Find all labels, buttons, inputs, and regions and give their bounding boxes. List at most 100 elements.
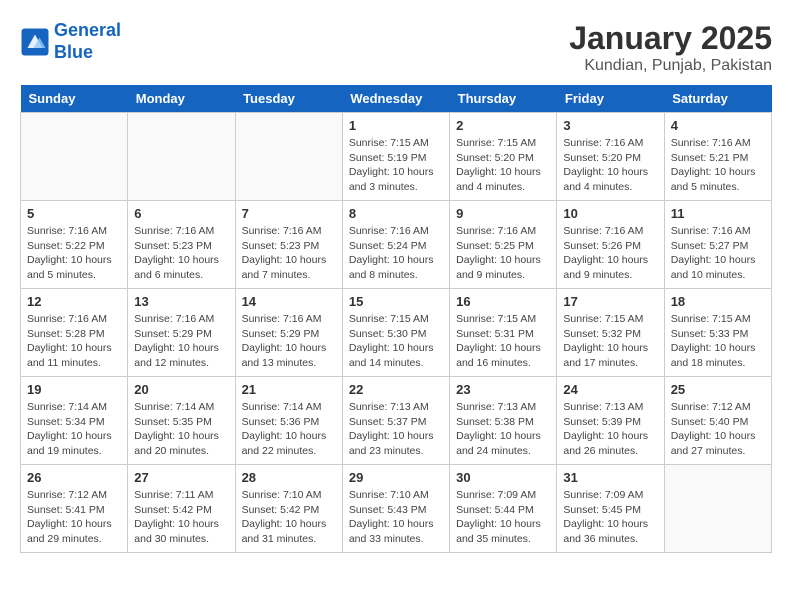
day-number: 15 [349,294,443,309]
calendar-day-20: 20 Sunrise: 7:14 AM Sunset: 5:35 PM Dayli… [128,377,235,465]
day-number: 20 [134,382,228,397]
day-info: Sunrise: 7:15 AM Sunset: 5:20 PM Dayligh… [456,136,550,195]
day-info: Sunrise: 7:15 AM Sunset: 5:32 PM Dayligh… [563,312,657,371]
calendar-day-24: 24 Sunrise: 7:13 AM Sunset: 5:39 PM Dayli… [557,377,664,465]
day-number: 11 [671,206,765,221]
calendar-week-row: 5 Sunrise: 7:16 AM Sunset: 5:22 PM Daylig… [21,201,772,289]
calendar-day-25: 25Sunrise: 7:12 AM Sunset: 5:40 PM Dayli… [664,377,771,465]
day-number: 2 [456,118,550,133]
day-info: Sunrise: 7:15 AM Sunset: 5:31 PM Dayligh… [456,312,550,371]
day-info: Sunrise: 7:10 AM Sunset: 5:43 PM Dayligh… [349,488,443,547]
day-number: 18 [671,294,765,309]
calendar-day-29: 29Sunrise: 7:10 AM Sunset: 5:43 PM Dayli… [342,465,449,553]
weekday-header-row: SundayMondayTuesdayWednesdayThursdayFrid… [21,85,772,113]
day-number: 1 [349,118,443,133]
day-number: 22 [349,382,443,397]
logo: General Blue [20,20,121,63]
logo-icon [20,27,50,57]
weekday-header-thursday: Thursday [450,85,557,113]
day-number: 8 [349,206,443,221]
day-info: Sunrise: 7:13 AM Sunset: 5:39 PM Dayligh… [563,400,657,459]
calendar-day-7: 7 Sunrise: 7:16 AM Sunset: 5:23 PM Daylig… [235,201,342,289]
day-info: Sunrise: 7:16 AM Sunset: 5:27 PM Dayligh… [671,224,765,283]
calendar-day-14: 14Sunrise: 7:16 AM Sunset: 5:29 PM Dayli… [235,289,342,377]
calendar-day-19: 19Sunrise: 7:14 AM Sunset: 5:34 PM Dayli… [21,377,128,465]
day-number: 23 [456,382,550,397]
calendar-table: SundayMondayTuesdayWednesdayThursdayFrid… [20,85,772,553]
day-number: 7 [242,206,336,221]
calendar-day-15: 15 Sunrise: 7:15 AM Sunset: 5:30 PM Dayli… [342,289,449,377]
calendar-day-31: 31 Sunrise: 7:09 AM Sunset: 5:45 PM Dayli… [557,465,664,553]
calendar-day-18: 18Sunrise: 7:15 AM Sunset: 5:33 PM Dayli… [664,289,771,377]
weekday-header-wednesday: Wednesday [342,85,449,113]
weekday-header-saturday: Saturday [664,85,771,113]
calendar-day-27: 27 Sunrise: 7:11 AM Sunset: 5:42 PM Dayli… [128,465,235,553]
calendar-day-22: 22Sunrise: 7:13 AM Sunset: 5:37 PM Dayli… [342,377,449,465]
day-info: Sunrise: 7:11 AM Sunset: 5:42 PM Dayligh… [134,488,228,547]
calendar-day-3: 3 Sunrise: 7:16 AM Sunset: 5:20 PM Daylig… [557,113,664,201]
day-info: Sunrise: 7:12 AM Sunset: 5:41 PM Dayligh… [27,488,121,547]
weekday-header-sunday: Sunday [21,85,128,113]
calendar-day-8: 8 Sunrise: 7:16 AM Sunset: 5:24 PM Daylig… [342,201,449,289]
calendar-day-empty [235,113,342,201]
day-info: Sunrise: 7:16 AM Sunset: 5:29 PM Dayligh… [242,312,336,371]
calendar-day-empty [21,113,128,201]
day-info: Sunrise: 7:15 AM Sunset: 5:30 PM Dayligh… [349,312,443,371]
day-number: 21 [242,382,336,397]
day-info: Sunrise: 7:15 AM Sunset: 5:19 PM Dayligh… [349,136,443,195]
calendar-week-row: 12 Sunrise: 7:16 AM Sunset: 5:28 PM Dayli… [21,289,772,377]
day-info: Sunrise: 7:14 AM Sunset: 5:35 PM Dayligh… [134,400,228,459]
day-number: 28 [242,470,336,485]
day-number: 4 [671,118,765,133]
day-number: 25 [671,382,765,397]
calendar-day-21: 21 Sunrise: 7:14 AM Sunset: 5:36 PM Dayli… [235,377,342,465]
day-info: Sunrise: 7:16 AM Sunset: 5:28 PM Dayligh… [27,312,121,371]
day-info: Sunrise: 7:13 AM Sunset: 5:38 PM Dayligh… [456,400,550,459]
day-info: Sunrise: 7:16 AM Sunset: 5:24 PM Dayligh… [349,224,443,283]
weekday-header-monday: Monday [128,85,235,113]
day-number: 5 [27,206,121,221]
day-number: 31 [563,470,657,485]
day-info: Sunrise: 7:16 AM Sunset: 5:22 PM Dayligh… [27,224,121,283]
calendar-title: January 2025 [569,20,772,57]
day-number: 9 [456,206,550,221]
day-number: 17 [563,294,657,309]
calendar-subtitle: Kundian, Punjab, Pakistan [569,57,772,75]
day-number: 27 [134,470,228,485]
calendar-day-6: 6Sunrise: 7:16 AM Sunset: 5:23 PM Daylig… [128,201,235,289]
day-info: Sunrise: 7:14 AM Sunset: 5:36 PM Dayligh… [242,400,336,459]
day-info: Sunrise: 7:16 AM Sunset: 5:23 PM Dayligh… [242,224,336,283]
calendar-week-row: 19Sunrise: 7:14 AM Sunset: 5:34 PM Dayli… [21,377,772,465]
calendar-day-5: 5 Sunrise: 7:16 AM Sunset: 5:22 PM Daylig… [21,201,128,289]
calendar-day-28: 28 Sunrise: 7:10 AM Sunset: 5:42 PM Dayli… [235,465,342,553]
calendar-day-16: 16 Sunrise: 7:15 AM Sunset: 5:31 PM Dayli… [450,289,557,377]
day-info: Sunrise: 7:16 AM Sunset: 5:21 PM Dayligh… [671,136,765,195]
weekday-header-friday: Friday [557,85,664,113]
day-number: 16 [456,294,550,309]
calendar-day-4: 4 Sunrise: 7:16 AM Sunset: 5:21 PM Daylig… [664,113,771,201]
calendar-week-row: 1 Sunrise: 7:15 AM Sunset: 5:19 PM Daylig… [21,113,772,201]
day-info: Sunrise: 7:16 AM Sunset: 5:25 PM Dayligh… [456,224,550,283]
calendar-week-row: 26 Sunrise: 7:12 AM Sunset: 5:41 PM Dayli… [21,465,772,553]
calendar-day-12: 12 Sunrise: 7:16 AM Sunset: 5:28 PM Dayli… [21,289,128,377]
day-info: Sunrise: 7:09 AM Sunset: 5:45 PM Dayligh… [563,488,657,547]
calendar-day-1: 1 Sunrise: 7:15 AM Sunset: 5:19 PM Daylig… [342,113,449,201]
day-info: Sunrise: 7:16 AM Sunset: 5:23 PM Dayligh… [134,224,228,283]
day-number: 30 [456,470,550,485]
calendar-day-17: 17 Sunrise: 7:15 AM Sunset: 5:32 PM Dayli… [557,289,664,377]
day-number: 19 [27,382,121,397]
calendar-day-empty [664,465,771,553]
day-info: Sunrise: 7:10 AM Sunset: 5:42 PM Dayligh… [242,488,336,547]
day-info: Sunrise: 7:16 AM Sunset: 5:26 PM Dayligh… [563,224,657,283]
day-number: 26 [27,470,121,485]
day-number: 10 [563,206,657,221]
day-number: 24 [563,382,657,397]
day-number: 3 [563,118,657,133]
page-header: General Blue January 2025 Kundian, Punja… [20,20,772,75]
day-number: 12 [27,294,121,309]
calendar-day-26: 26 Sunrise: 7:12 AM Sunset: 5:41 PM Dayli… [21,465,128,553]
logo-line2: Blue [54,42,93,62]
logo-text: General Blue [54,20,121,63]
day-info: Sunrise: 7:16 AM Sunset: 5:20 PM Dayligh… [563,136,657,195]
calendar-day-2: 2 Sunrise: 7:15 AM Sunset: 5:20 PM Daylig… [450,113,557,201]
